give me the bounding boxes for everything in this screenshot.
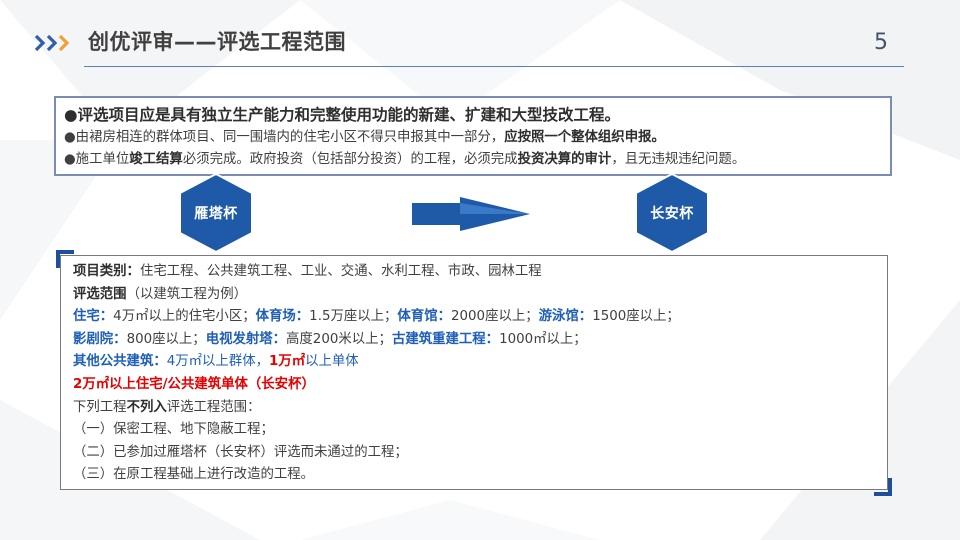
gym-label: 体育馆： <box>397 309 451 325</box>
other-public-tail: 以上单体 <box>305 354 359 370</box>
other-public-label: 其他公共建筑： <box>73 354 167 370</box>
chevron-arrows-icon <box>34 34 70 52</box>
category-text: 住宅工程、公共建筑工程、工业、交通、水利工程、市政、园林工程 <box>139 264 542 279</box>
exclude-a: 下列工程 <box>73 399 127 415</box>
scope-text: （以建筑工程为例） <box>126 286 248 302</box>
exclude-c: 评选工程范围： <box>166 399 261 415</box>
summary-line-3-e: ，且无违规违纪问题。 <box>611 152 746 167</box>
stadium-label: 体育场： <box>255 309 310 325</box>
detail-venues-2: 影剧院：800座以上；电视发射塔：高度200米以上；古建筑重建工程：1000㎡以… <box>73 329 875 352</box>
summary-line-1: ●评选项目应是具有独立生产能力和完整使用功能的新建、扩建和大型技改工程。 <box>64 106 621 124</box>
detail-venues-1: 住宅：4万㎡以上的住宅小区；体育场：1.5万座以上；体育馆：2000座以上；游泳… <box>73 306 875 329</box>
corner-bracket-bottom-right <box>874 478 892 496</box>
pool-label: 游泳馆： <box>538 309 593 325</box>
page-title: 创优评审——评选工程范围 <box>88 30 346 54</box>
stadium-text: 1.5万座以上； <box>309 309 398 325</box>
residential-text: 4万㎡以上的住宅小区； <box>113 309 256 325</box>
category-label: 项目类别： <box>73 264 140 279</box>
ancient-label: 古建筑重建工程： <box>391 331 500 347</box>
other-public-text: 4万㎡以上群体， <box>166 354 269 370</box>
tv-tower-text: 高度200米以上； <box>286 331 392 347</box>
award-label-changan: 长安杯 <box>650 206 694 222</box>
page-number: 5 <box>874 30 888 55</box>
exclude-b: 不列入 <box>126 399 167 415</box>
residential-label: 住宅： <box>73 309 114 325</box>
summary-line-3-d: 投资决算的审计 <box>517 152 612 167</box>
summary-line-3: ●施工单位竣工结算必须完成。政府投资（包括部分投资）的工程，必须完成投资决算的审… <box>64 149 882 171</box>
summary-line-2-text: ●由裙房相连的群体项目、同一围墙内的住宅小区不得只申报其中一部分， <box>64 130 505 145</box>
summary-line-2-emphasis: 应按照一个整体组织申报。 <box>504 130 665 145</box>
theater-text: 800座以上； <box>126 331 206 347</box>
ancient-text: 1000㎡以上； <box>499 331 587 347</box>
theater-label: 影剧院： <box>73 331 127 347</box>
exclusion-item-3: （三）在原工程基础上进行改造的工程。 <box>73 467 315 483</box>
award-hexagon-changan: 长安杯 <box>630 171 714 255</box>
summary-line-3-b: 竣工结算 <box>129 152 183 167</box>
detail-scope: 评选范围（以建筑工程为例） <box>73 284 875 307</box>
exclusion-item-2: （二）已参加过雁塔杯（长安杯）评选而未通过的工程； <box>73 444 408 460</box>
summary-line-3-a: ●施工单位 <box>64 152 130 167</box>
details-box: 项目类别：住宅工程、公共建筑工程、工业、交通、水利工程、市政、园林工程 评选范围… <box>60 255 888 490</box>
summary-line-2: ●由裙房相连的群体项目、同一围墙内的住宅小区不得只申报其中一部分，应按照一个整体… <box>64 127 882 149</box>
pool-text: 1500座以上； <box>592 309 680 325</box>
detail-category: 项目类别：住宅工程、公共建筑工程、工业、交通、水利工程、市政、园林工程 <box>73 261 875 284</box>
award-label-yanta: 雁塔杯 <box>194 206 238 222</box>
tv-tower-label: 电视发射塔： <box>205 331 287 347</box>
gym-text: 2000座以上； <box>450 309 539 325</box>
arrow-right-icon <box>412 197 530 231</box>
other-public-red: 1万㎡ <box>269 354 306 370</box>
summary-box: ●评选项目应是具有独立生产能力和完整使用功能的新建、扩建和大型技改工程。 ●由裙… <box>54 96 892 176</box>
summary-line-3-c: 必须完成。政府投资（包括部分投资）的工程，必须完成 <box>182 152 518 167</box>
scope-label: 评选范围 <box>73 286 127 302</box>
detail-changan-line: 2万㎡以上住宅/公共建筑单体（长安杯） <box>73 376 315 392</box>
award-hexagon-yanta: 雁塔杯 <box>174 171 258 255</box>
header-divider <box>84 66 904 67</box>
exclusion-item-1: （一）保密工程、地下隐蔽工程； <box>73 422 274 438</box>
detail-exclusions-heading: 下列工程不列入评选工程范围： <box>73 397 875 420</box>
detail-other-public: 其他公共建筑：4万㎡以上群体，1万㎡以上单体 <box>73 351 875 374</box>
